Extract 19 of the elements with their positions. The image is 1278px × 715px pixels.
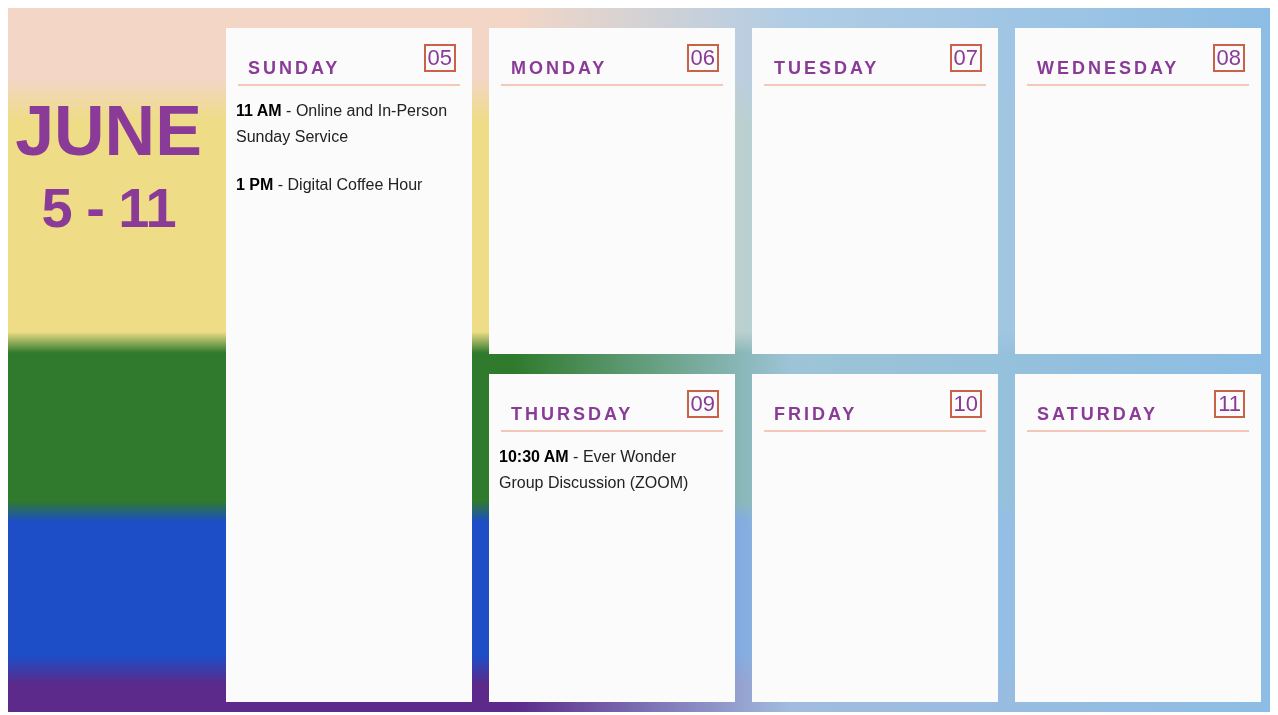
day-number: 11 (1214, 390, 1245, 418)
day-number: 05 (423, 44, 456, 72)
day-name: THURSDAY (511, 404, 634, 425)
day-number: 07 (949, 44, 982, 72)
event-text: 1 PM - Digital Coffee Hour (236, 175, 424, 195)
day-name: SUNDAY (248, 58, 341, 79)
day-number: 10 (949, 390, 982, 418)
day-name: FRIDAY (774, 404, 858, 425)
month-title: JUNE (15, 96, 202, 166)
day-name: WEDNESDAY (1037, 58, 1180, 79)
day-number: 09 (686, 390, 719, 418)
event-text: 10:30 AM - Ever Wonder Group Discussion (ZOOM) (499, 447, 690, 493)
day-name: TUESDAY (774, 58, 880, 79)
day-name: MONDAY (511, 58, 608, 79)
event-text: 11 AM - Online and In-Person Sunday Service (236, 101, 449, 147)
day-number: 08 (1212, 44, 1245, 72)
day-number: 06 (686, 44, 719, 72)
date-range: 5 - 11 (41, 180, 176, 236)
day-name: SATURDAY (1037, 404, 1158, 425)
